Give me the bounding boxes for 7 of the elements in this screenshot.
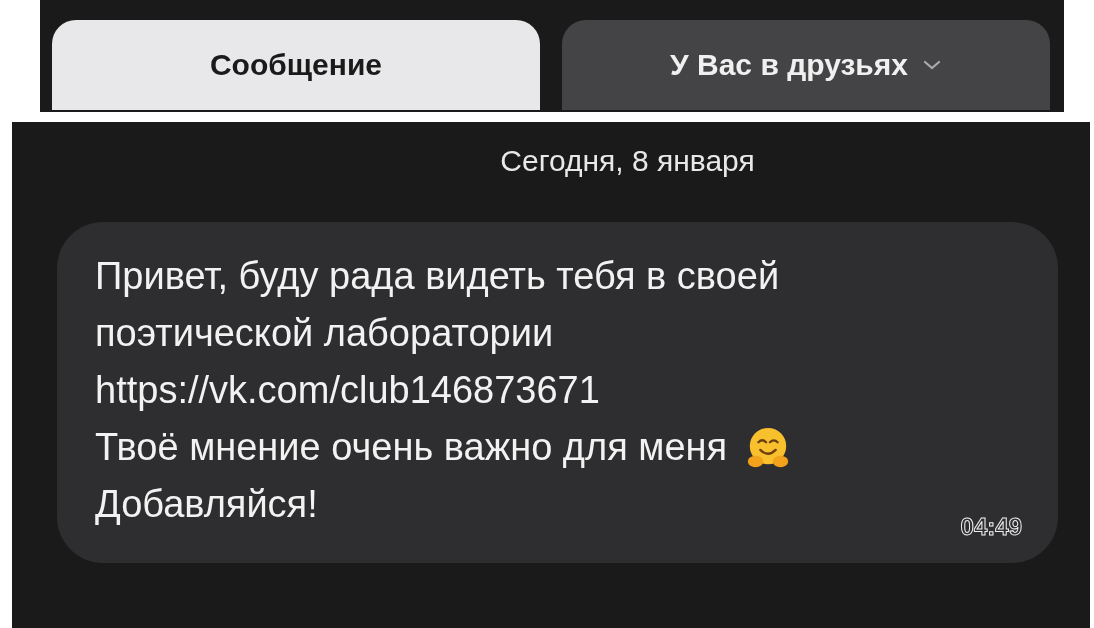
date-separator: Сегодня, 8 января (499, 143, 756, 179)
action-button[interactable]: Сообщение (52, 20, 540, 110)
message-link[interactable]: https://vk.com/club146873671 (95, 362, 600, 419)
message-text: Твоё мнение очень важно для меня (95, 425, 728, 470)
message-text: Добавляйся! (95, 482, 318, 527)
action-button[interactable]: У Вас в друзьях (562, 20, 1050, 110)
message-time: 04:49 (960, 513, 1022, 541)
